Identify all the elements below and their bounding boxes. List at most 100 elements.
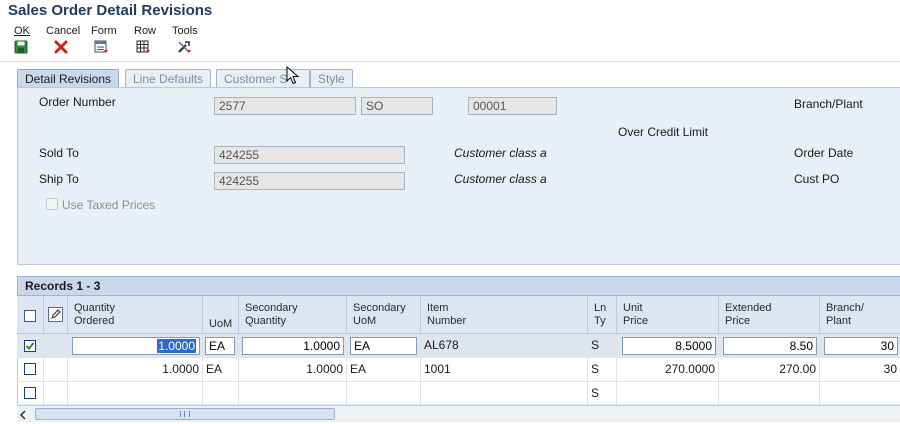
- col-header-item-number-line2: Number: [427, 315, 467, 327]
- item-number-cell[interactable]: [421, 382, 588, 405]
- scrollbar-thumb[interactable]: [35, 408, 335, 420]
- secondary-quantity-cell[interactable]: [239, 382, 347, 405]
- mouse-cursor-icon: [286, 65, 300, 89]
- cust-po-label: Cust PO: [794, 172, 840, 186]
- tools-menu-button[interactable]: Tools: [172, 24, 202, 60]
- row-menu-button[interactable]: Row: [134, 24, 160, 60]
- pencil-icon: [48, 307, 63, 326]
- extended-price-input[interactable]: 8.50: [723, 337, 817, 355]
- secondary-quantity-cell[interactable]: 1.0000: [239, 358, 347, 382]
- col-header-quantity-ordered-line2: Ordered: [74, 315, 115, 327]
- sold-to-label: Sold To: [39, 146, 79, 160]
- records-bar: Records 1 - 3: [17, 276, 900, 296]
- col-header-secondary-quantity-line2: Quantity: [245, 315, 286, 327]
- unit-price-input[interactable]: 8.5000: [622, 337, 716, 355]
- col-header-secondary-quantity-line1: Secondary: [245, 302, 298, 314]
- row-edit-cell: [44, 334, 68, 358]
- save-icon: [14, 40, 30, 56]
- line-type-cell[interactable]: S: [588, 382, 617, 405]
- row-checkbox[interactable]: [24, 340, 36, 352]
- row-grid-icon: [136, 40, 152, 56]
- select-all-header: [17, 296, 44, 334]
- col-header-secondary-quantity[interactable]: Secondary Quantity: [239, 296, 347, 334]
- col-header-unit-price-line1: Unit: [623, 302, 643, 314]
- cancel-button[interactable]: Cancel: [46, 24, 82, 60]
- select-all-checkbox[interactable]: [24, 310, 36, 322]
- row-edit-cell: [44, 358, 68, 382]
- col-header-line-type-line1: Ln: [594, 302, 607, 314]
- uom-cell[interactable]: [203, 382, 239, 405]
- ship-to-class-text: Customer class a: [454, 172, 547, 186]
- extended-price-cell[interactable]: 270.00: [719, 358, 820, 382]
- line-type-cell[interactable]: S: [588, 334, 617, 358]
- row-select-cell: [17, 334, 44, 358]
- tools-icon: [177, 40, 193, 56]
- form-icon: [94, 40, 110, 56]
- uom-input[interactable]: EA: [205, 337, 235, 355]
- order-number-field[interactable]: 2577: [214, 97, 356, 115]
- branch-plant-input[interactable]: 30: [824, 337, 898, 355]
- extended-price-cell[interactable]: [719, 382, 820, 405]
- header-form-panel: Order Number 2577 SO 00001 Branch/Plant …: [17, 87, 900, 265]
- form-menu-button[interactable]: Form: [91, 24, 121, 60]
- col-header-secondary-uom-line2: UoM: [353, 315, 377, 327]
- quantity-ordered-cell[interactable]: 1.0000: [68, 358, 203, 382]
- branch-plant-cell[interactable]: 30: [820, 358, 900, 382]
- ship-to-label: Ship To: [39, 172, 79, 186]
- quantity-ordered-cell[interactable]: [68, 382, 203, 405]
- line-type-cell[interactable]: S: [588, 358, 617, 382]
- col-header-quantity-ordered[interactable]: Quantity Ordered: [68, 296, 203, 334]
- item-number-cell[interactable]: AL678: [421, 334, 588, 358]
- order-company-field[interactable]: 00001: [468, 97, 557, 115]
- col-header-item-number[interactable]: Item Number: [421, 296, 588, 334]
- col-header-extended-price-line2: Price: [725, 315, 751, 327]
- col-header-secondary-uom-line1: Secondary: [353, 302, 406, 314]
- branch-plant-label: Branch/Plant: [794, 97, 863, 111]
- item-number-cell[interactable]: 1001: [421, 358, 588, 382]
- ok-button[interactable]: OK: [14, 24, 36, 60]
- ship-to-field[interactable]: 424255: [214, 172, 405, 190]
- unit-price-cell[interactable]: 270.0000: [617, 358, 719, 382]
- row-checkbox[interactable]: [24, 387, 36, 399]
- col-header-extended-price[interactable]: Extended Price: [719, 296, 820, 334]
- row-select-cell: [17, 358, 44, 382]
- order-number-label: Order Number: [39, 95, 116, 109]
- form-label: Form: [91, 25, 117, 37]
- col-header-branch-plant-line2: Plant: [826, 315, 852, 327]
- col-header-branch-plant[interactable]: Branch/ Plant: [820, 296, 900, 334]
- row-edit-cell: [44, 382, 68, 405]
- tab-line-defaults[interactable]: Line Defaults: [125, 69, 212, 88]
- quantity-ordered-input[interactable]: 1.0000: [72, 337, 200, 355]
- row-checkbox[interactable]: [24, 363, 36, 375]
- ok-label: OK: [14, 25, 30, 37]
- col-header-item-number-line1: Item: [427, 302, 449, 314]
- scroll-left-arrow-icon[interactable]: [19, 409, 27, 423]
- branch-plant-cell[interactable]: [820, 382, 900, 405]
- quantity-ordered-value: 1.0000: [157, 339, 196, 353]
- tab-style[interactable]: Style: [310, 69, 353, 88]
- sold-to-field[interactable]: 424255: [214, 146, 405, 164]
- col-header-uom[interactable]: UoM: [203, 296, 239, 334]
- page-title: Sales Order Detail Revisions: [8, 2, 213, 19]
- order-type-field[interactable]: SO: [361, 97, 433, 115]
- secondary-uom-cell[interactable]: EA: [347, 358, 421, 382]
- unit-price-cell[interactable]: [617, 382, 719, 405]
- use-taxed-prices-checkbox[interactable]: [46, 198, 58, 210]
- col-header-uom-label: UoM: [209, 318, 233, 330]
- secondary-uom-input[interactable]: EA: [350, 337, 417, 355]
- secondary-uom-cell[interactable]: [347, 382, 421, 405]
- col-header-secondary-uom[interactable]: Secondary UoM: [347, 296, 421, 334]
- col-header-quantity-ordered-line1: Quantity: [74, 302, 115, 314]
- over-credit-limit-text: Over Credit Limit: [618, 125, 709, 139]
- uom-cell[interactable]: EA: [203, 358, 239, 382]
- tools-label: Tools: [172, 25, 198, 37]
- tab-detail-revisions[interactable]: Detail Revisions: [17, 69, 120, 88]
- col-header-unit-price[interactable]: Unit Price: [617, 296, 719, 334]
- col-header-extended-price-line1: Extended: [725, 302, 772, 314]
- close-icon: [54, 40, 70, 56]
- secondary-quantity-input[interactable]: 1.0000: [242, 337, 344, 355]
- col-header-branch-plant-line1: Branch/: [826, 302, 864, 314]
- col-header-line-type[interactable]: Ln Ty: [588, 296, 617, 334]
- col-header-unit-price-line2: Price: [623, 315, 649, 327]
- horizontal-scrollbar[interactable]: [17, 405, 900, 422]
